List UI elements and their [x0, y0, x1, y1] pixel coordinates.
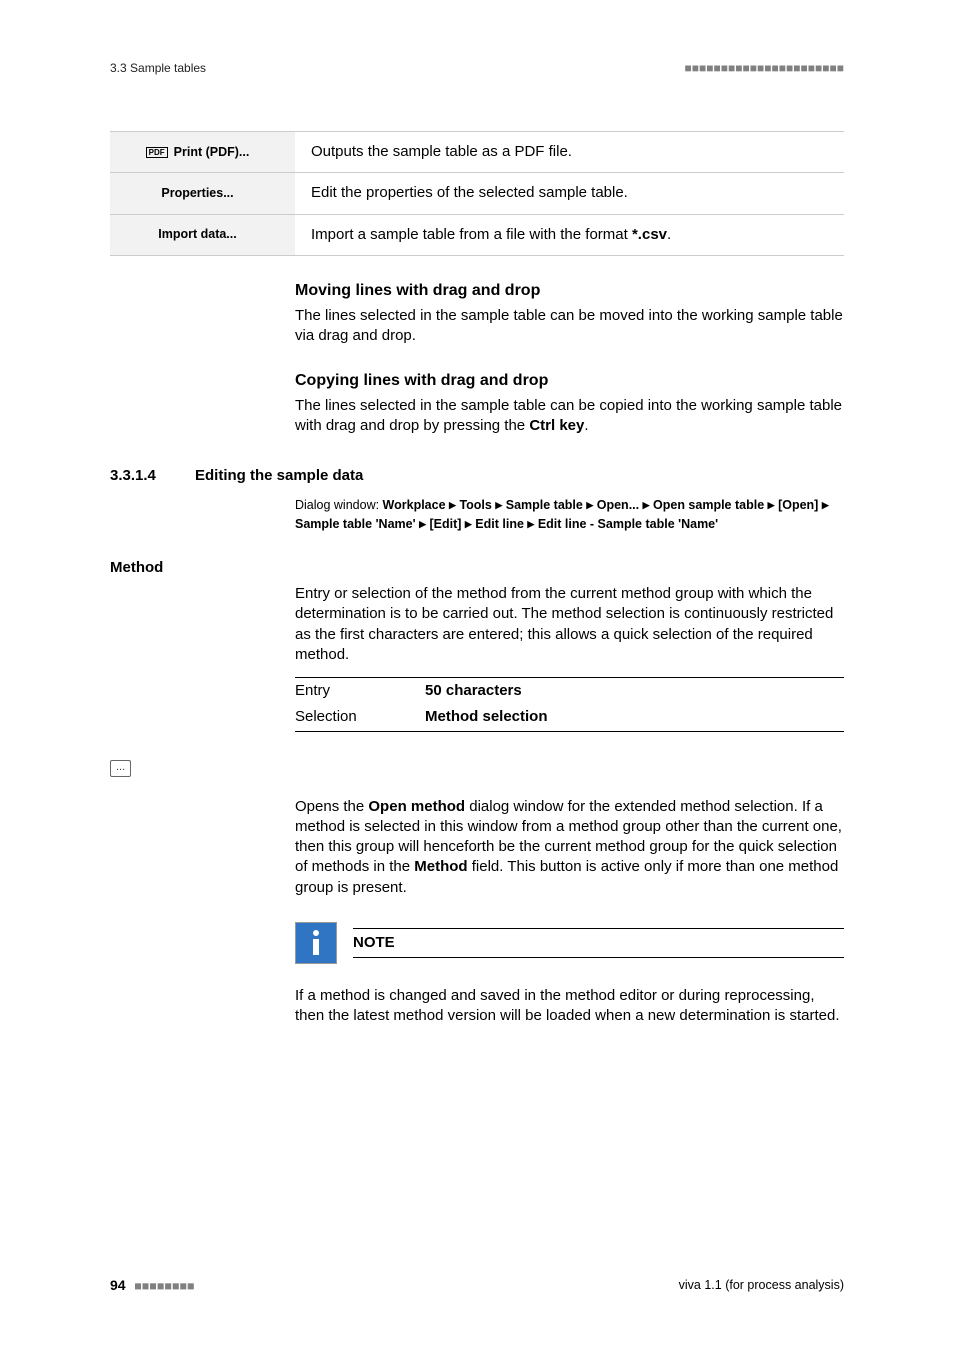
info-icon-inner	[313, 930, 319, 955]
info-dot	[313, 930, 319, 936]
triangle-icon: ▶	[419, 519, 426, 529]
p1: Tools	[459, 498, 491, 512]
import-data-desc: Import a sample table from a file with t…	[295, 214, 844, 255]
section-number: 3.3.1.4	[110, 466, 195, 486]
p2: Sample table	[506, 498, 583, 512]
spec-val: Method selection	[425, 704, 844, 731]
note-title-wrap: NOTE	[353, 928, 844, 958]
header-decoration: ■■■■■■■■■■■■■■■■■■■■■■	[685, 60, 844, 76]
page-header: 3.3 Sample tables ■■■■■■■■■■■■■■■■■■■■■■	[110, 60, 844, 76]
note-block: NOTE If a method is changed and saved in…	[295, 922, 844, 1027]
import-desc-pre: Import a sample table from a file with t…	[311, 226, 632, 243]
footer-decoration: ■■■■■■■■	[134, 1279, 194, 1293]
note-header: NOTE	[295, 922, 844, 964]
copying-bold: Ctrl key	[529, 417, 584, 434]
p6: Sample table 'Name'	[295, 517, 416, 531]
spec-key: Entry	[295, 678, 425, 705]
page: 3.3 Sample tables ■■■■■■■■■■■■■■■■■■■■■■…	[0, 0, 954, 1350]
table-row: Properties... Edit the properties of the…	[110, 173, 844, 214]
note-rule	[353, 928, 844, 929]
note-rule	[353, 957, 844, 958]
table-row: Selection Method selection	[295, 704, 844, 731]
page-footer: 94 ■■■■■■■■ viva 1.1 (for process analys…	[110, 1276, 844, 1295]
product-name: viva 1.1 (for process analysis)	[679, 1277, 844, 1294]
triangle-icon: ▶	[768, 500, 775, 510]
copying-post: .	[584, 417, 588, 434]
import-desc-bold: *.csv	[632, 226, 667, 243]
spec-table: Entry 50 characters Selection Method sel…	[295, 677, 844, 732]
om-b2: Method	[414, 858, 467, 875]
spec-key: Selection	[295, 704, 425, 731]
table-row: Entry 50 characters	[295, 678, 844, 705]
p9: Edit line - Sample table 'Name'	[538, 517, 718, 531]
copying-text: The lines selected in the sample table c…	[295, 396, 844, 437]
info-stem	[313, 939, 319, 955]
print-pdf-desc: Outputs the sample table as a PDF file.	[295, 132, 844, 173]
triangle-icon: ▶	[449, 500, 456, 510]
p0: Workplace	[383, 498, 446, 512]
triangle-icon: ▶	[822, 500, 829, 510]
p4: Open sample table	[653, 498, 764, 512]
spec-val: 50 characters	[425, 678, 844, 705]
section-title: Editing the sample data	[195, 466, 363, 486]
dialog-path: Dialog window: Workplace ▶ Tools ▶ Sampl…	[295, 496, 844, 534]
info-icon	[295, 922, 337, 964]
print-pdf-cell: PDF Print (PDF)...	[110, 132, 295, 173]
table-row: PDF Print (PDF)... Outputs the sample tab…	[110, 132, 844, 173]
page-number: 94	[110, 1277, 126, 1293]
ellipsis-row: ...	[110, 732, 844, 777]
ellipsis-icon: ...	[110, 760, 131, 777]
import-desc-post: .	[667, 226, 671, 243]
import-data-label: Import data...	[110, 214, 295, 255]
properties-label: Properties...	[110, 173, 295, 214]
content-column: Moving lines with drag and drop The line…	[295, 280, 844, 436]
pdf-icon: PDF	[146, 147, 168, 158]
triangle-icon: ▶	[643, 500, 650, 510]
actions-table: PDF Print (PDF)... Outputs the sample tab…	[110, 131, 844, 256]
section-header: 3.3.1.4 Editing the sample data	[110, 466, 844, 486]
p8: Edit line	[475, 517, 524, 531]
triangle-icon: ▶	[465, 519, 472, 529]
om-pre: Opens the	[295, 798, 368, 815]
note-text: If a method is changed and saved in the …	[295, 986, 844, 1027]
properties-desc: Edit the properties of the selected samp…	[295, 173, 844, 214]
p5: [Open]	[778, 498, 818, 512]
p3: Open...	[597, 498, 639, 512]
triangle-icon: ▶	[527, 519, 534, 529]
triangle-icon: ▶	[495, 500, 502, 510]
method-label: Method	[110, 558, 844, 578]
moving-text: The lines selected in the sample table c…	[295, 306, 844, 347]
print-pdf-label: Print (PDF)...	[174, 145, 250, 159]
copying-heading: Copying lines with drag and drop	[295, 370, 844, 392]
note-title: NOTE	[353, 933, 844, 953]
method-para: Entry or selection of the method from th…	[295, 584, 844, 665]
om-b1: Open method	[368, 798, 465, 815]
page-number-wrap: 94 ■■■■■■■■	[110, 1276, 194, 1295]
triangle-icon: ▶	[586, 500, 593, 510]
table-row: Import data... Import a sample table fro…	[110, 214, 844, 255]
p7: [Edit]	[429, 517, 461, 531]
dialog-label: Dialog window:	[295, 498, 383, 512]
moving-heading: Moving lines with drag and drop	[295, 280, 844, 302]
open-method-para: Opens the Open method dialog window for …	[295, 797, 844, 898]
breadcrumb: 3.3 Sample tables	[110, 60, 206, 76]
